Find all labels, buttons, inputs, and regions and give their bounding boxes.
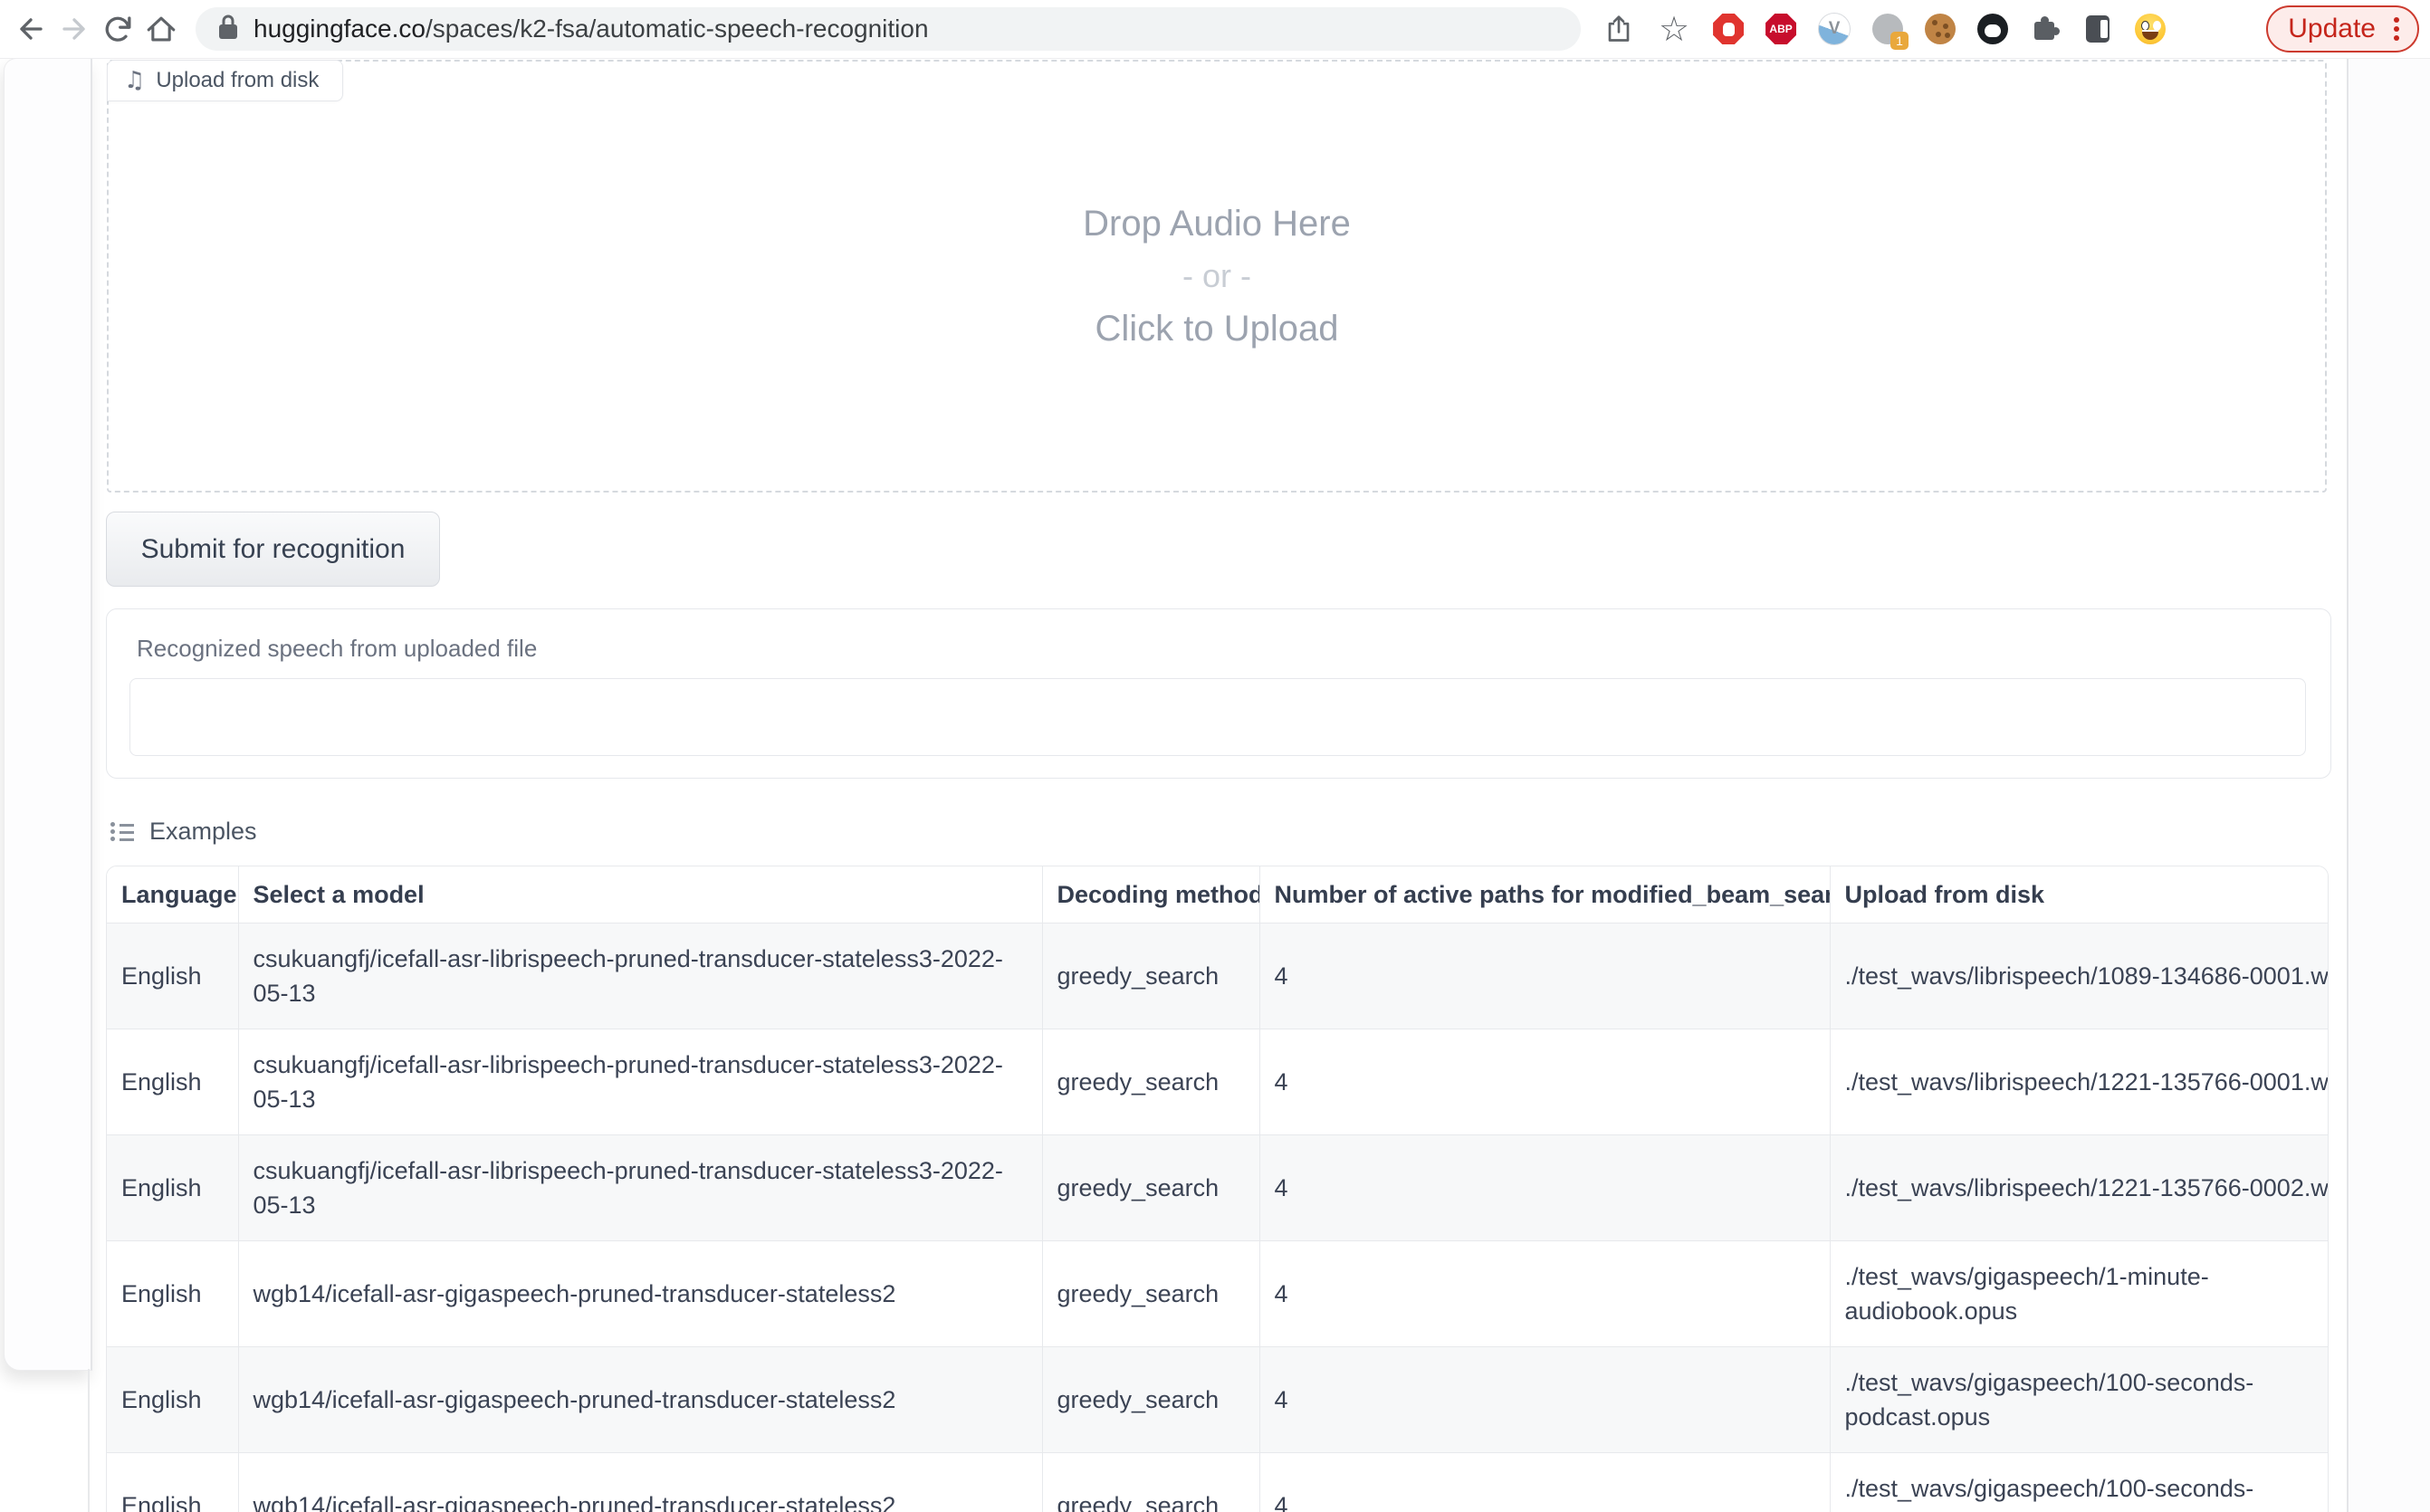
column-header: Decoding method [1042,866,1259,923]
column-header: Language [107,866,238,923]
browser-window: huggingface.co/spaces/k2-fsa/automatic-s… [0,0,2430,1512]
smiley-icon[interactable] [2135,14,2166,44]
forward-icon[interactable] [53,7,96,51]
examples-table: LanguageSelect a modelDecoding methodNum… [106,866,2329,1512]
update-button[interactable]: Update [2266,5,2419,53]
cell-paths: 4 [1259,923,1830,1029]
cell-file: ./test_wavs/librispeech/1221-135766-0001… [1830,1029,2328,1135]
reader-mode-icon[interactable] [2082,14,2113,44]
tab-upload-from-disk[interactable]: ♫ Upload from disk [107,60,343,101]
table-row[interactable]: Englishcsukuangfj/icefall-asr-librispeec… [107,1029,2328,1135]
adblock-plus-icon[interactable]: ABP [1765,14,1796,44]
table-row[interactable]: Englishcsukuangfj/icefall-asr-librispeec… [107,923,2328,1029]
cell-paths: 4 [1259,1347,1830,1453]
cell-paths: 4 [1259,1135,1830,1241]
right-gutter [2349,58,2430,1512]
cell-model: wgb14/icefall-asr-gigaspeech-pruned-tran… [238,1347,1042,1453]
column-header: Select a model [238,866,1042,923]
share-icon[interactable] [1597,7,1641,51]
cell-file: ./test_wavs/gigaspeech/100-seconds-podca… [1830,1347,2328,1453]
table-header-row: LanguageSelect a modelDecoding methodNum… [107,866,2328,923]
table-row[interactable]: Englishwgb14/icefall-asr-gigaspeech-prun… [107,1241,2328,1347]
left-divider [88,1369,90,1512]
audio-dropzone[interactable]: Drop Audio Here - or - Click to Upload [107,60,2327,493]
cell-model: csukuangfj/icefall-asr-librispeech-prune… [238,923,1042,1029]
cell-language: English [107,1241,238,1347]
url-path: /spaces/k2-fsa/automatic-speech-recognit… [426,14,929,43]
cell-language: English [107,1135,238,1241]
cell-language: English [107,1347,238,1453]
dropzone-line2: - or - [1083,250,1351,302]
cell-file: ./test_wavs/librispeech/1089-134686-0001… [1830,923,2328,1029]
table-row[interactable]: Englishwgb14/icefall-asr-gigaspeech-prun… [107,1347,2328,1453]
recognized-speech-label: Recognized speech from uploaded file [137,635,537,663]
recognized-speech-panel: Recognized speech from uploaded file [106,608,2331,779]
table-body: Englishcsukuangfj/icefall-asr-librispeec… [107,923,2328,1512]
bookmark-star-icon[interactable]: ☆ [1659,12,1689,46]
recognized-speech-output[interactable] [129,678,2306,756]
cell-model: wgb14/icefall-asr-gigaspeech-pruned-tran… [238,1453,1042,1512]
right-divider [2347,58,2349,1512]
cell-decoding: greedy_search [1042,1029,1259,1135]
cell-model: wgb14/icefall-asr-gigaspeech-pruned-tran… [238,1241,1042,1347]
lock-icon [217,14,239,45]
cell-paths: 4 [1259,1453,1830,1512]
cell-model: csukuangfj/icefall-asr-librispeech-prune… [238,1135,1042,1241]
cell-paths: 4 [1259,1241,1830,1347]
column-header: Number of active paths for modified_beam… [1259,866,1830,923]
music-note-icon: ♫ [124,69,145,92]
examples-list-icon [110,820,135,844]
cell-decoding: greedy_search [1042,1241,1259,1347]
browser-toolbar: huggingface.co/spaces/k2-fsa/automatic-s… [0,0,2430,59]
column-header: Upload from disk [1830,866,2328,923]
extensions-row: ABP V1 [1713,13,2166,45]
cell-decoding: greedy_search [1042,1135,1259,1241]
cell-file: ./test_wavs/gigaspeech/100-seconds-podca… [1830,1453,2328,1512]
cell-language: English [107,1029,238,1135]
table-row[interactable]: Englishwgb14/icefall-asr-gigaspeech-prun… [107,1453,2328,1512]
ublock-icon[interactable] [1713,14,1744,44]
dropzone-line3: Click to Upload [1083,302,1351,355]
cell-file: ./test_wavs/librispeech/1221-135766-0002… [1830,1135,2328,1241]
cookie-icon[interactable] [1925,14,1956,44]
cell-decoding: greedy_search [1042,1347,1259,1453]
examples-label: Examples [149,818,257,846]
url-domain: huggingface.co [254,14,426,43]
upload-tab-label: Upload from disk [156,68,319,93]
examples-header: Examples [110,818,257,846]
cell-decoding: greedy_search [1042,1453,1259,1512]
github-icon[interactable] [1977,14,2008,44]
extensions-puzzle-icon[interactable] [2030,14,2061,44]
cell-language: English [107,1453,238,1512]
table-row[interactable]: Englishcsukuangfj/icefall-asr-librispeec… [107,1135,2328,1241]
url-text: huggingface.co/spaces/k2-fsa/automatic-s… [254,14,929,43]
dropzone-line1: Drop Audio Here [1083,197,1351,250]
submit-for-recognition-button[interactable]: Submit for recognition [106,512,440,587]
cell-decoding: greedy_search [1042,923,1259,1029]
url-bar[interactable]: huggingface.co/spaces/k2-fsa/automatic-s… [196,7,1581,51]
cell-model: csukuangfj/icefall-asr-librispeech-prune… [238,1029,1042,1135]
reload-icon[interactable] [96,7,139,51]
menu-dots-icon[interactable] [2394,26,2399,32]
left-gutter-card [4,58,92,1371]
cell-language: English [107,923,238,1029]
notifier-icon[interactable]: 1 [1872,14,1903,44]
cell-paths: 4 [1259,1029,1830,1135]
home-icon[interactable] [139,7,183,51]
cell-file: ./test_wavs/gigaspeech/1-minute-audioboo… [1830,1241,2328,1347]
v-extension-icon[interactable]: V [1818,13,1851,45]
update-label: Update [2288,14,2376,44]
back-icon[interactable] [9,7,53,51]
dropzone-text: Drop Audio Here - or - Click to Upload [1083,197,1351,355]
